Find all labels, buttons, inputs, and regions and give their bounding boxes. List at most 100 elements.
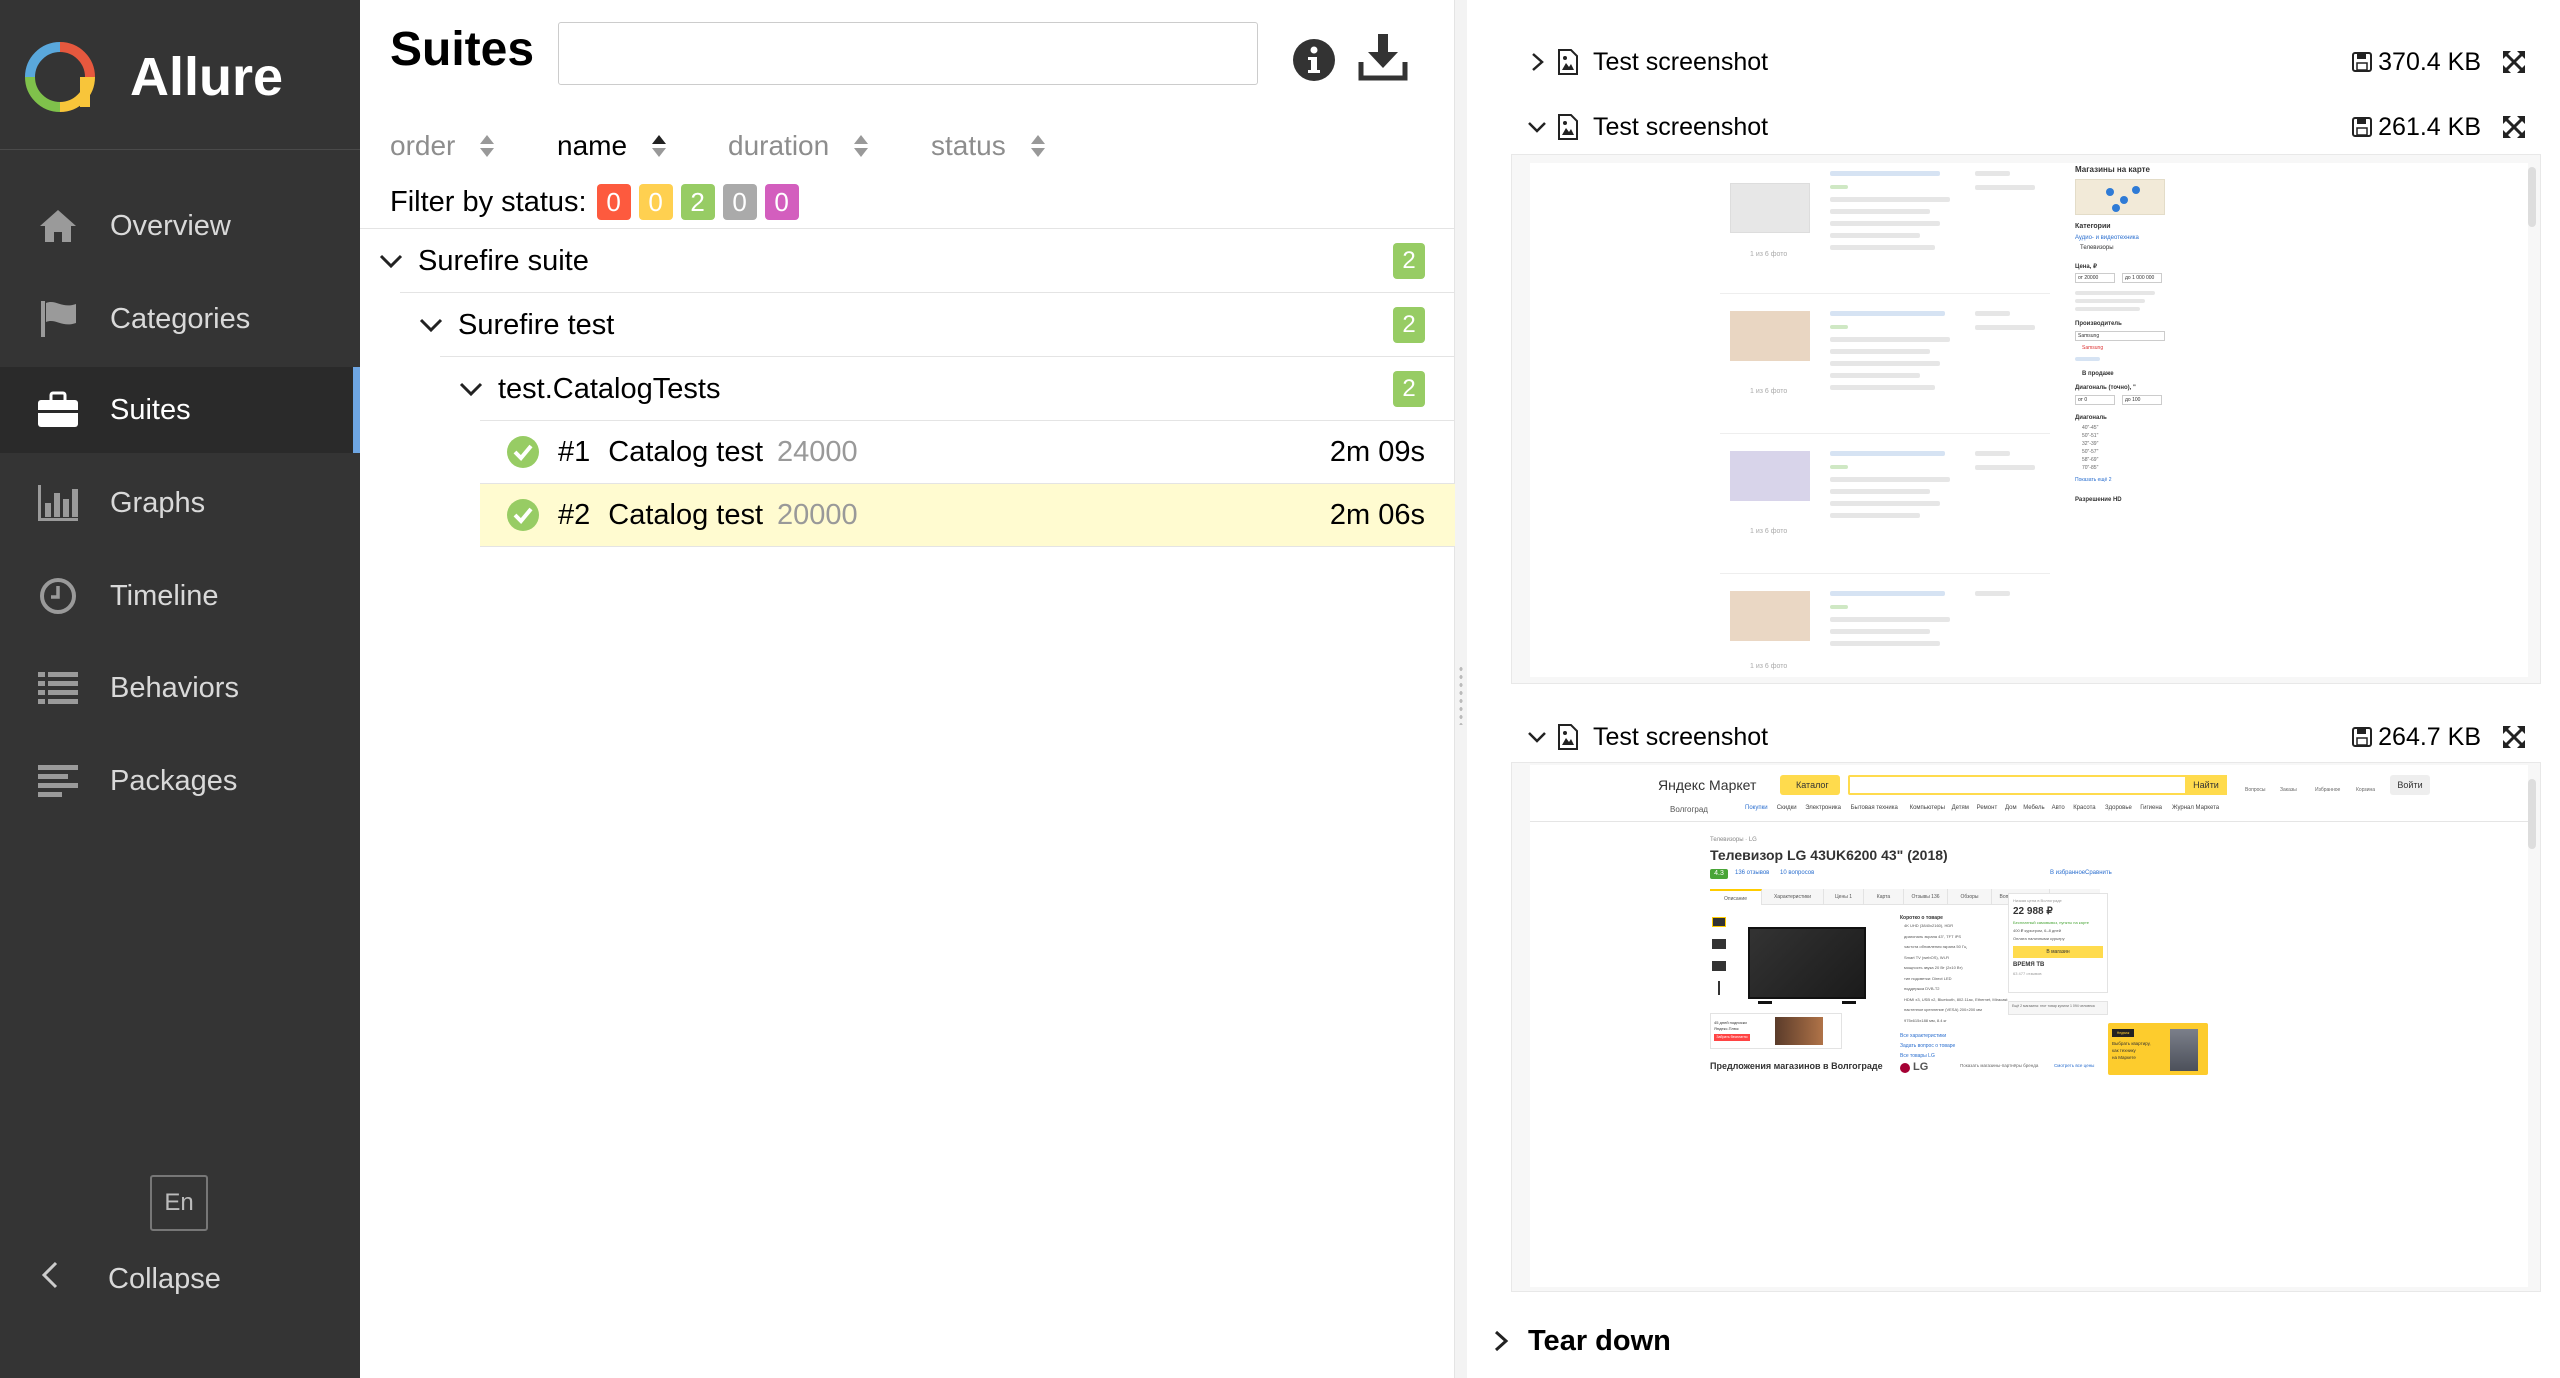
filter-failed-badge[interactable]: 0 <box>596 184 631 220</box>
header-link[interactable]: Заказы <box>2280 787 2297 793</box>
manufacturer-selected[interactable]: Samsung <box>2082 345 2103 351</box>
teardown-section[interactable]: Tear down <box>1490 1318 1671 1364</box>
to-store-button[interactable]: В магазин <box>2013 946 2103 958</box>
screenshot-preview[interactable]: Яндекс Маркет Каталог Найти Вопросы Зака… <box>1511 762 2541 1292</box>
expand-icon[interactable] <box>2501 724 2527 750</box>
market-nav-item[interactable]: Бытовая техника <box>1851 805 1898 811</box>
market-nav-item[interactable]: Ремонт <box>1977 805 1998 811</box>
promo-banner[interactable]: 45 дней подписки Яндекс.Плюс Забрать бес… <box>1710 1013 1842 1049</box>
header-link[interactable]: Корзина <box>2356 787 2375 793</box>
login-button[interactable]: Войти <box>2390 775 2430 795</box>
find-button[interactable]: Найти <box>2185 775 2227 795</box>
header-link[interactable]: Вопросы <box>2245 787 2265 793</box>
diag-option[interactable]: 32"-39" <box>2082 441 2098 447</box>
sidebar-item-timeline[interactable]: Timeline <box>0 553 360 639</box>
market-nav-item[interactable]: Авто <box>2052 805 2065 811</box>
ad-banner[interactable]: Недвиж Выбрать квартиру, как технику на … <box>2108 1023 2208 1075</box>
search-input[interactable] <box>558 22 1258 85</box>
product-image[interactable] <box>1748 927 1866 999</box>
category-link[interactable]: Аудио- и видеотехника <box>2075 235 2139 241</box>
mini-map[interactable] <box>2075 179 2165 215</box>
diag-to-input[interactable]: до 100 <box>2122 395 2162 405</box>
collapse-button[interactable]: Collapse <box>0 1236 360 1322</box>
market-nav-item[interactable]: Скидки <box>1777 805 1797 811</box>
sidebar-item-overview[interactable]: Overview <box>0 183 360 269</box>
market-nav-item[interactable]: Дом <box>2005 805 2017 811</box>
gallery-thumbnail[interactable] <box>1718 981 1720 995</box>
market-logo[interactable]: Яндекс Маркет <box>1658 777 1756 793</box>
market-nav-item[interactable]: Покупки <box>1745 805 1768 811</box>
drag-handle[interactable] <box>1458 665 1464 725</box>
diag-option[interactable]: 58"-69" <box>2082 457 2098 463</box>
price-to-input[interactable]: до 1 000 000 <box>2122 273 2162 283</box>
sidebar-item-categories[interactable]: Categories <box>0 276 360 362</box>
scrollbar[interactable] <box>2528 779 2536 849</box>
city-selector[interactable]: Волгоград <box>1670 805 1708 814</box>
product-tab[interactable]: Цены 1 <box>1824 889 1864 905</box>
sidebar-item-packages[interactable]: Packages <box>0 738 360 824</box>
sort-order[interactable]: order <box>390 130 495 162</box>
all-lg-link[interactable]: Все товары LG <box>1900 1053 1935 1059</box>
expand-icon[interactable] <box>2501 49 2527 75</box>
all-specs-link[interactable]: Все характеристики <box>1900 1033 1946 1039</box>
market-search-input[interactable] <box>1848 775 2188 795</box>
brand[interactable]: Allure <box>0 0 360 150</box>
info-icon[interactable] <box>1292 38 1336 82</box>
tree-suite-surefire-test[interactable]: Surefire test 2 <box>418 294 1455 356</box>
sidebar-item-graphs[interactable]: Graphs <box>0 460 360 546</box>
questions-link[interactable]: 10 вопросов <box>1780 870 1814 876</box>
diag-option[interactable]: 40"-45" <box>2082 425 2098 431</box>
test-case-row[interactable]: #1 Catalog test 24000 2m 09s <box>480 421 1455 483</box>
manufacturer-input[interactable]: Samsung <box>2075 331 2165 341</box>
market-nav-item[interactable]: Здоровье <box>2105 805 2132 811</box>
market-nav-item[interactable]: Гигиена <box>2140 805 2162 811</box>
product-tab[interactable]: Описание <box>1710 889 1762 905</box>
breadcrumb[interactable]: Телевизоры · LG <box>1710 837 1757 843</box>
filter-broken-badge[interactable]: 0 <box>638 184 673 220</box>
category-item[interactable]: Телевизоры <box>2080 245 2114 251</box>
market-nav-item[interactable]: Компьютеры <box>1910 805 1945 811</box>
attachment-row[interactable]: Test screenshot 261.4 KB <box>1527 104 2527 150</box>
on-sale-checkbox[interactable]: В продаже <box>2082 371 2114 377</box>
sort-name[interactable]: name <box>557 130 667 162</box>
scrollbar[interactable] <box>2528 167 2536 227</box>
price-from-input[interactable]: от 20000 <box>2075 273 2115 283</box>
product-tab[interactable]: Отзывы 136 <box>1904 889 1948 905</box>
tree-suite-catalogtests[interactable]: test.CatalogTests 2 <box>458 358 1455 420</box>
diag-from-input[interactable]: от 0 <box>2075 395 2115 405</box>
screenshot-preview[interactable]: 1 из 6 фото 1 из 6 фото 1 из 6 фото 1 из… <box>1511 154 2541 684</box>
filter-passed-badge[interactable]: 2 <box>680 184 715 220</box>
header-link[interactable]: Избранное <box>2315 787 2340 793</box>
diag-option[interactable]: 50"-57" <box>2082 449 2098 455</box>
diag-option[interactable]: 70"-85" <box>2082 465 2098 471</box>
product-tab[interactable]: Карта <box>1864 889 1904 905</box>
promo-button[interactable]: Забрать бесплатно <box>1714 1034 1750 1041</box>
attachment-row[interactable]: Test screenshot 264.7 KB <box>1527 714 2527 760</box>
test-case-row-selected[interactable]: #2 Catalog test 20000 2m 06s <box>480 484 1455 546</box>
language-switcher[interactable]: En <box>150 1175 208 1231</box>
show-more-link[interactable]: Показать ещё 2 <box>2075 477 2112 483</box>
pane-splitter[interactable] <box>1455 0 1467 1378</box>
partners-checkbox[interactable]: Показать магазины-партнёры бренда <box>1960 1063 2038 1068</box>
download-icon[interactable] <box>1358 32 1408 82</box>
sort-duration[interactable]: duration <box>728 130 869 162</box>
market-nav-item[interactable]: Детям <box>1952 805 1969 811</box>
gallery-thumbnail[interactable] <box>1712 961 1726 971</box>
see-all-prices-link[interactable]: Смотреть все цены <box>2054 1063 2094 1068</box>
expand-icon[interactable] <box>2501 114 2527 140</box>
more-stores-card[interactable]: Ещё 2 магазина: этот товар купили 1 094 … <box>2008 1001 2108 1015</box>
filter-skipped-badge[interactable]: 0 <box>722 184 757 220</box>
reviews-link[interactable]: 136 отзывов <box>1735 870 1769 876</box>
sidebar-item-behaviors[interactable]: Behaviors <box>0 645 360 731</box>
sidebar-item-suites[interactable]: Suites <box>0 367 360 453</box>
store-name[interactable]: ВРЕМЯ ТВ <box>2013 962 2044 968</box>
tree-suite-surefire-suite[interactable]: Surefire suite 2 <box>378 230 1455 292</box>
gallery-thumbnail[interactable] <box>1712 917 1726 927</box>
market-nav-item[interactable]: Журнал Маркета <box>2172 805 2219 811</box>
brand-name[interactable]: LG <box>1913 1061 1928 1073</box>
compare-link[interactable]: Сравнить <box>2085 870 2112 876</box>
catalog-button[interactable]: Каталог <box>1780 775 1840 795</box>
filter-unknown-badge[interactable]: 0 <box>764 184 799 220</box>
market-nav-item[interactable]: Красота <box>2073 805 2095 811</box>
attachment-row[interactable]: Test screenshot 370.4 KB <box>1527 39 2527 85</box>
